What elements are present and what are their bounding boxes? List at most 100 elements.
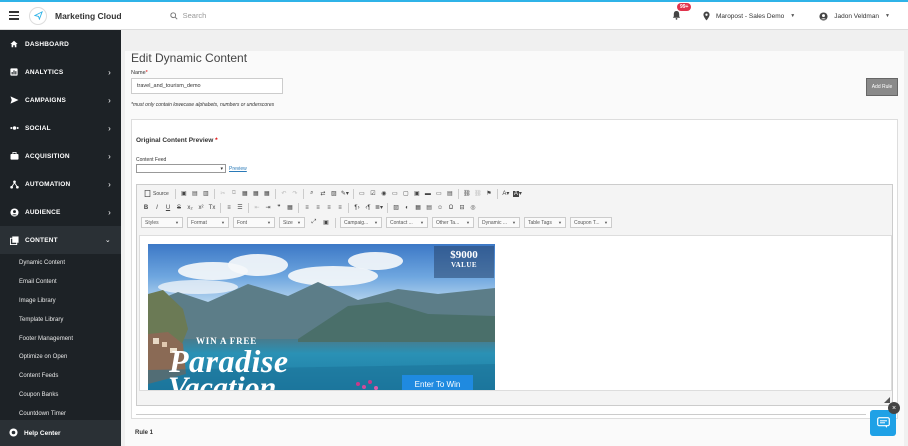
search-box[interactable]: Search (169, 11, 207, 20)
sidebar-subitem-footer-management[interactable]: Footer Management (0, 329, 121, 348)
show-blocks-icon[interactable]: ▣ (321, 217, 331, 228)
blockquote-icon[interactable]: ❞ (274, 202, 284, 213)
image-button-icon[interactable]: ▭ (434, 188, 444, 199)
paste-word-icon[interactable]: ▦ (262, 188, 272, 199)
coupon-tags-dropdown[interactable]: Coupon T... ▼ (570, 217, 612, 228)
horizontal-line-icon[interactable]: ▤ (424, 202, 434, 213)
page-break-icon[interactable]: ⊟ (457, 202, 467, 213)
account-switcher[interactable]: Maropost - Sales Demo ▼ (703, 11, 795, 21)
remove-format-icon[interactable]: Tx (207, 202, 217, 213)
sidebar-subitem-optimize-on-open[interactable]: Optimize on Open (0, 348, 121, 367)
background-color-icon[interactable]: A ▾ (512, 188, 523, 199)
image-icon[interactable]: ▨ (391, 202, 401, 213)
strikethrough-icon[interactable]: S (174, 202, 184, 213)
superscript-icon[interactable]: x² (196, 202, 206, 213)
underline-icon[interactable]: U (163, 202, 173, 213)
button-field-icon[interactable]: ▬ (423, 188, 433, 199)
sidebar-subitem-template-library[interactable]: Template Library (0, 310, 121, 329)
sidebar-item-dashboard[interactable]: DASHBOARD (0, 30, 121, 58)
align-right-icon[interactable]: ≡ (324, 202, 334, 213)
text-color-icon[interactable]: A▾ (501, 188, 511, 199)
unlink-icon[interactable]: ⛓ (473, 188, 483, 199)
sidebar-item-acquisition[interactable]: ACQUISITION › (0, 142, 121, 170)
textarea-icon[interactable]: ▢ (401, 188, 411, 199)
format-dropdown[interactable]: Format ▼ (187, 217, 229, 228)
other-tags-dropdown[interactable]: Other Ta... ▼ (432, 217, 474, 228)
contact-tags-dropdown[interactable]: Contact ... ▼ (386, 217, 428, 228)
outdent-icon[interactable]: ⇤ (252, 202, 262, 213)
sidebar-item-social[interactable]: SOCIAL › (0, 114, 121, 142)
select-field-icon[interactable]: ▣ (412, 188, 422, 199)
sidebar-item-automation[interactable]: AUTOMATION › (0, 170, 121, 198)
save-icon[interactable]: ▣ (179, 188, 189, 199)
search-input[interactable]: Search (183, 11, 207, 20)
name-input[interactable]: travel_and_tourism_demo (131, 78, 283, 94)
radio-icon[interactable]: ◉ (379, 188, 389, 199)
size-dropdown[interactable]: Size ▼ (279, 217, 305, 228)
align-center-icon[interactable]: ≡ (313, 202, 323, 213)
sidebar-item-audience[interactable]: AUDIENCE › (0, 198, 121, 226)
language-icon[interactable]: ≣▾ (374, 202, 384, 213)
paste-text-icon[interactable]: ▦ (251, 188, 261, 199)
textfield-icon[interactable]: ▭ (390, 188, 400, 199)
special-char-icon[interactable]: Ω (446, 202, 456, 213)
div-container-icon[interactable]: ▦ (285, 202, 295, 213)
flash-icon[interactable]: ◐ (402, 202, 412, 213)
content-feed-select[interactable]: ▾ (136, 164, 226, 173)
sidebar-subitem-dynamic-content[interactable]: Dynamic Content (0, 254, 121, 273)
editor-content-area[interactable]: $9000 VALUE WIN A FREE Paradise Vacation… (139, 235, 892, 391)
align-left-icon[interactable]: ≡ (302, 202, 312, 213)
sidebar-subitem-content-feeds[interactable]: Content Feeds (0, 367, 121, 386)
table-tags-dropdown[interactable]: Table Tags ▼ (524, 217, 566, 228)
sidebar-subitem-image-library[interactable]: Image Library (0, 292, 121, 311)
add-rule-button[interactable]: Add Rule (866, 78, 898, 96)
indent-icon[interactable]: ⇥ (263, 202, 273, 213)
link-icon[interactable]: ⛓ (462, 188, 472, 199)
styles-dropdown[interactable]: Styles ▼ (141, 217, 183, 228)
sidebar-item-content[interactable]: CONTENT ⌄ (0, 226, 121, 254)
paste-icon[interactable]: ▦ (240, 188, 250, 199)
anchor-icon[interactable]: ⚑ (484, 188, 494, 199)
select-all-icon[interactable]: ▨ (329, 188, 339, 199)
bold-icon[interactable]: B (141, 202, 151, 213)
close-chat-icon[interactable]: × (888, 402, 900, 414)
maximize-icon[interactable]: ⤢ (309, 217, 319, 228)
sidebar-item-campaigns[interactable]: CAMPAIGNS › (0, 86, 121, 114)
user-menu[interactable]: Jadon Veldman ▼ (819, 11, 890, 21)
undo-icon[interactable]: ↶ (279, 188, 289, 199)
cut-icon[interactable]: ✂ (218, 188, 228, 199)
iframe-icon[interactable]: ◎ (468, 202, 478, 213)
form-icon[interactable]: ▭ (357, 188, 367, 199)
replace-icon[interactable]: ⇄ (318, 188, 328, 199)
smiley-icon[interactable]: ☺ (435, 202, 445, 213)
menu-icon[interactable] (9, 11, 19, 20)
rtl-icon[interactable]: ‹¶ (363, 202, 373, 213)
help-center-link[interactable]: Help Center (0, 420, 121, 446)
bulleted-list-icon[interactable]: ☰ (235, 202, 245, 213)
checkbox-icon[interactable]: ☑ (368, 188, 378, 199)
justify-icon[interactable]: ≡ (335, 202, 345, 213)
sidebar-item-analytics[interactable]: ANALYTICS › (0, 58, 121, 86)
find-icon[interactable]: ⌕ (307, 188, 317, 199)
table-icon[interactable]: ▦ (413, 202, 423, 213)
italic-icon[interactable]: I (152, 202, 162, 213)
sidebar-subitem-email-content[interactable]: Email Content (0, 273, 121, 292)
enter-to-win-button[interactable]: Enter To Win (402, 375, 473, 390)
subscript-icon[interactable]: x₂ (185, 202, 195, 213)
preview-icon[interactable]: ▥ (201, 188, 211, 199)
font-dropdown[interactable]: Font ▼ (233, 217, 275, 228)
sidebar-subitem-coupon-banks[interactable]: Coupon Banks (0, 386, 121, 405)
copy-icon[interactable]: ⧉ (229, 188, 239, 199)
hidden-field-icon[interactable]: ▤ (445, 188, 455, 199)
logo[interactable] (29, 6, 47, 25)
notifications-button[interactable]: 99+ (672, 3, 692, 22)
spellcheck-icon[interactable]: ✎▾ (340, 188, 350, 199)
new-page-icon[interactable]: ▤ (190, 188, 200, 199)
redo-icon[interactable]: ↷ (290, 188, 300, 199)
campaign-tags-dropdown[interactable]: Campaig... ▼ (340, 217, 382, 228)
numbered-list-icon[interactable]: ≡ (224, 202, 234, 213)
preview-link[interactable]: Preview (229, 166, 247, 172)
source-button[interactable]: Source (141, 188, 172, 199)
ltr-icon[interactable]: ¶› (352, 202, 362, 213)
dynamic-tags-dropdown[interactable]: Dynamic ... ▼ (478, 217, 520, 228)
